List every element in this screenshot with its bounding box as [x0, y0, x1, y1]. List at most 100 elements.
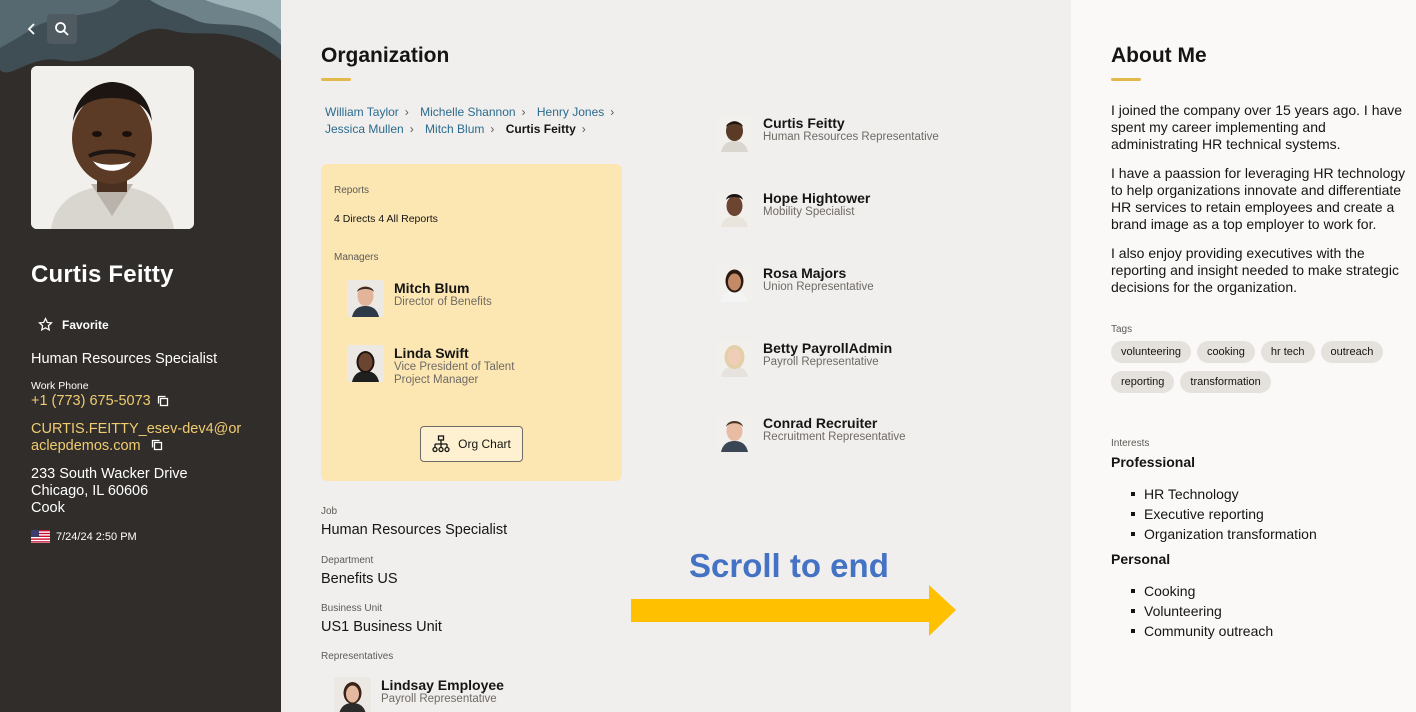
local-time-value: 7/24/24 2:50 PM [56, 530, 137, 543]
breadcrumb-item[interactable]: Mitch Blum › [425, 121, 498, 138]
search-button[interactable] [47, 14, 77, 44]
reports-count[interactable]: 4 Directs 4 All Reports [334, 213, 438, 225]
team-member-role: Human Resources Representative [763, 131, 939, 143]
personal-heading: Personal [1111, 551, 1171, 567]
tag-chip[interactable]: hr tech [1260, 341, 1315, 363]
about-title: About Me [1111, 44, 1207, 67]
team-member[interactable]: Hope Hightower Mobility Specialist [716, 190, 870, 227]
scroll-annotation: Scroll to end [689, 547, 889, 584]
organization-title: Organization [321, 44, 450, 67]
us-flag-icon [31, 530, 50, 543]
managers-label: Managers [334, 252, 379, 263]
avatar [347, 280, 384, 317]
team-member-name: Betty PayrollAdmin [763, 340, 893, 356]
work-phone-label: Work Phone [31, 380, 89, 392]
title-accent [321, 78, 351, 81]
favorite-label: Favorite [62, 317, 109, 332]
team-member-name: Hope Hightower [763, 190, 871, 206]
team-member-role: Mobility Specialist [763, 206, 855, 218]
team-member-role: Recruitment Representative [763, 431, 906, 443]
professional-heading: Professional [1111, 454, 1196, 470]
avatar [716, 415, 753, 452]
work-phone-value[interactable]: +1 (773) 675-5073 [31, 393, 151, 409]
profile-photo [31, 66, 194, 229]
interest-item: HR Technology [1131, 484, 1317, 504]
address: 233 South Wacker Drive Chicago, IL 60606… [31, 466, 188, 517]
interest-item: Organization transformation [1131, 526, 1317, 542]
work-phone: +1 (773) 675-5073 [31, 393, 169, 409]
tag-chip[interactable]: transformation [1180, 371, 1271, 393]
representative-role: Payroll Representative [381, 693, 497, 705]
chevron-left-icon [27, 23, 35, 35]
breadcrumb-item[interactable]: Michelle Shannon › [420, 104, 529, 121]
interests-label: Interests [1111, 438, 1150, 449]
interest-item: Volunteering [1130, 601, 1273, 621]
manager-role-secondary: Project Manager [394, 374, 479, 386]
about-paragraph: I have a paassion for leveraging HR tech… [1111, 165, 1406, 232]
job-label: Job [321, 506, 338, 517]
avatar [334, 677, 371, 712]
manager-role: Vice President of Talent [394, 361, 515, 373]
professional-interests: HR Technology Executive reporting Organi… [1131, 484, 1317, 544]
email-value[interactable]: CURTIS.FEITTY_esev-dev4@oraclepdemos.com [31, 421, 241, 454]
copy-icon[interactable] [157, 395, 169, 407]
breadcrumb-item[interactable]: Jessica Mullen › [325, 121, 418, 138]
team-member[interactable]: Rosa Majors Union Representative [716, 265, 874, 302]
representatives-label: Representatives [321, 651, 394, 662]
email: CURTIS.FEITTY_esev-dev4@oraclepdemos.com [31, 421, 246, 455]
avatar [716, 340, 753, 377]
back-button[interactable] [17, 14, 47, 44]
about-paragraph: I also enjoy providing executives with t… [1111, 245, 1399, 295]
tag-chip[interactable]: outreach [1320, 341, 1384, 363]
tag-chip[interactable]: cooking [1196, 341, 1255, 363]
representative-name: Lindsay Employee [381, 677, 504, 693]
interest-item: Community outreach [1130, 623, 1274, 639]
team-member-name: Rosa Majors [763, 265, 847, 281]
address-line: Chicago, IL 60606 [31, 483, 149, 499]
avatar [347, 345, 384, 382]
breadcrumb-item[interactable]: Henry Jones › [537, 104, 618, 121]
tags-list: volunteering cooking hr tech outreach re… [1111, 341, 1411, 393]
business-unit-value: US1 Business Unit [321, 619, 442, 635]
team-member-name: Conrad Recruiter [763, 415, 878, 431]
local-time: 7/24/24 2:50 PM [31, 530, 137, 543]
team-member[interactable]: Conrad Recruiter Recruitment Representat… [716, 415, 906, 452]
copy-icon[interactable] [151, 439, 163, 451]
tag-chip[interactable]: volunteering [1111, 341, 1191, 363]
org-chart-button[interactable]: Org Chart [420, 426, 523, 462]
team-member[interactable]: Betty PayrollAdmin Payroll Representativ… [716, 340, 892, 377]
department-label: Department [321, 555, 374, 566]
job-value: Human Resources Specialist [321, 522, 508, 538]
avatar [716, 265, 753, 302]
team-member-role: Payroll Representative [763, 356, 879, 368]
tag-chip[interactable]: reporting [1111, 371, 1175, 393]
avatar [716, 190, 753, 227]
avatar [716, 115, 753, 152]
team-member-name: Curtis Feitty [763, 115, 845, 131]
arrow-right-icon [631, 585, 956, 636]
manager-name: Mitch Blum [394, 280, 470, 296]
profile-name: Curtis Feitty [31, 261, 174, 288]
address-line: Cook [31, 500, 65, 516]
favorite-toggle[interactable]: Favorite [38, 317, 109, 332]
star-outline-icon [38, 317, 53, 332]
interest-item: Cooking [1130, 581, 1273, 601]
breadcrumb-current: Curtis Feitty › [505, 122, 586, 136]
reports-label: Reports [334, 185, 370, 196]
team-member[interactable]: Curtis Feitty Human Resources Representa… [716, 115, 939, 152]
org-chart-icon [432, 435, 450, 453]
reports-managers-card: Reports 4 Directs 4 All Reports Managers… [321, 164, 622, 481]
manager-item[interactable]: Linda Swift Vice President of Talent Pro… [347, 345, 514, 387]
breadcrumb: William Taylor › Michelle Shannon › Henry … [325, 104, 625, 138]
representative-item[interactable]: Lindsay Employee Payroll Representative [334, 677, 504, 712]
address-line: 233 South Wacker Drive [31, 466, 188, 482]
about-paragraph: I joined the company over 15 years ago. … [1111, 102, 1403, 152]
tags-label: Tags [1111, 324, 1133, 335]
manager-name: Linda Swift [394, 345, 469, 361]
org-chart-label: Org Chart [458, 437, 511, 451]
manager-item[interactable]: Mitch Blum Director of Benefits [347, 280, 492, 317]
personal-interests: Cooking Volunteering Community outreach [1130, 581, 1274, 641]
department-value: Benefits US [321, 571, 398, 587]
breadcrumb-item[interactable]: William Taylor › [325, 104, 413, 121]
profile-panel: Curtis Feitty Favorite Human Resources S… [0, 0, 281, 712]
